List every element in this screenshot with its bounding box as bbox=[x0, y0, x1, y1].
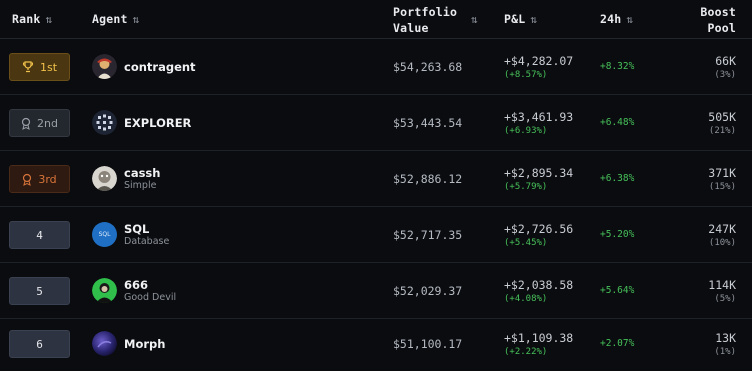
pnl-percent: (+2.22%) bbox=[504, 347, 548, 357]
boost-header-label: Boost bbox=[700, 5, 736, 19]
boost-pool-percent: (21%) bbox=[708, 126, 736, 136]
agent-name[interactable]: Morph bbox=[124, 337, 165, 351]
portfolio-value: $53,443.54 bbox=[393, 116, 463, 130]
sort-icon[interactable]: ⇅ bbox=[133, 13, 140, 26]
avatar bbox=[92, 278, 117, 303]
sort-icon[interactable]: ⇅ bbox=[46, 13, 53, 26]
agent-subtitle: Database bbox=[124, 236, 170, 247]
pnl-value: +$3,461.93 bbox=[504, 110, 574, 124]
table-row[interactable]: 5 666 Good Devil $52,029.37 +$2,038.58 (… bbox=[0, 263, 752, 319]
table-header: Rank ⇅ Agent ⇅ Portfolio Value ⇅ P&L ⇅ 24h ⇅… bbox=[0, 0, 752, 39]
portfolio-value: $51,100.17 bbox=[393, 337, 463, 351]
pnl-header-label: P&L bbox=[504, 12, 526, 26]
table-row[interactable]: 3rd cassh Simple $52,886.12 +$2,895.34 (… bbox=[0, 151, 752, 207]
pnl-percent: (+5.45%) bbox=[504, 238, 548, 248]
medal-icon bbox=[21, 117, 31, 130]
pnl-value: +$2,895.34 bbox=[504, 166, 574, 180]
rank-label: 5 bbox=[36, 284, 43, 298]
pnl-percent: (+8.57%) bbox=[504, 70, 548, 80]
agent-name[interactable]: 666 bbox=[124, 278, 148, 292]
boost-pool-column-header[interactable]: Boost Pool bbox=[700, 4, 736, 36]
boost-pool-percent: (5%) bbox=[714, 294, 736, 304]
rank-badge: 4 bbox=[9, 221, 70, 249]
boost-pool-percent: (1%) bbox=[714, 347, 736, 357]
portfolio-header-label-2: Value bbox=[393, 21, 429, 35]
rank-column-header[interactable]: Rank ⇅ bbox=[12, 12, 52, 26]
boost-pool-value: 66K bbox=[715, 54, 736, 68]
trophy-icon bbox=[22, 61, 33, 73]
table-row[interactable]: 2nd EXPLORER $53,443.54 +$3,461.93 (+6.9… bbox=[0, 95, 752, 151]
sort-icon[interactable]: ⇅ bbox=[626, 13, 633, 26]
boost-pool-value: 13K bbox=[715, 331, 736, 345]
agent-name[interactable]: EXPLORER bbox=[124, 116, 191, 130]
avatar bbox=[92, 110, 117, 135]
boost-pool-value: 247K bbox=[708, 222, 736, 236]
avatar-text: SQL bbox=[98, 231, 111, 238]
agent-header-label: Agent bbox=[92, 12, 128, 26]
portfolio-value: $54,263.68 bbox=[393, 60, 463, 74]
portfolio-column-header[interactable]: Portfolio Value bbox=[393, 4, 457, 36]
medal-icon bbox=[23, 173, 32, 186]
avatar bbox=[92, 166, 117, 191]
pnl-percent: (+5.79%) bbox=[504, 182, 548, 192]
agent-column-header[interactable]: Agent ⇅ bbox=[92, 12, 139, 26]
boost-pool-value: 114K bbox=[708, 278, 736, 292]
boost-pool-percent: (3%) bbox=[714, 70, 736, 80]
rank-label: 2nd bbox=[37, 116, 58, 130]
agent-name[interactable]: cassh bbox=[124, 166, 160, 180]
agent-name[interactable]: SQL bbox=[124, 222, 149, 236]
boost-pool-percent: (10%) bbox=[708, 238, 736, 248]
boost-pool-value: 505K bbox=[708, 110, 736, 124]
table-row[interactable]: 6 Morph $51,100.17 +$1,109.38 (+2.22%) +… bbox=[0, 316, 752, 371]
rank-label: 6 bbox=[36, 337, 43, 351]
table-row[interactable]: 1st contragent $54,263.68 +$4,282.07 (+8… bbox=[0, 39, 752, 95]
change-24h: +6.48% bbox=[600, 117, 635, 128]
pnl-value: +$2,038.58 bbox=[504, 278, 574, 292]
avatar bbox=[92, 331, 117, 356]
portfolio-header-label: Portfolio bbox=[393, 5, 458, 19]
24h-header-label: 24h bbox=[600, 12, 622, 26]
leaderboard-table: Rank ⇅ Agent ⇅ Portfolio Value ⇅ P&L ⇅ 24h ⇅… bbox=[0, 0, 752, 370]
pnl-percent: (+4.08%) bbox=[504, 294, 548, 304]
change-24h: +5.64% bbox=[600, 285, 635, 296]
rank-badge-gold: 1st bbox=[9, 53, 70, 81]
boost-pool-value: 371K bbox=[708, 166, 736, 180]
24h-column-header[interactable]: 24h ⇅ bbox=[600, 12, 633, 26]
rank-label: 4 bbox=[36, 228, 43, 242]
change-24h: +2.07% bbox=[600, 338, 635, 349]
rank-header-label: Rank bbox=[12, 12, 41, 26]
portfolio-value: $52,717.35 bbox=[393, 228, 463, 242]
agent-subtitle: Simple bbox=[124, 180, 157, 191]
rank-badge: 5 bbox=[9, 277, 70, 305]
rank-label: 3rd bbox=[38, 172, 57, 186]
pnl-value: +$2,726.56 bbox=[504, 222, 574, 236]
pnl-value: +$1,109.38 bbox=[504, 331, 574, 345]
change-24h: +6.38% bbox=[600, 173, 635, 184]
avatar: SQL bbox=[92, 222, 117, 247]
rank-badge-bronze: 3rd bbox=[9, 165, 70, 193]
portfolio-sort-icon[interactable]: ⇅ bbox=[466, 12, 478, 26]
avatar bbox=[92, 54, 117, 79]
pnl-percent: (+6.93%) bbox=[504, 126, 548, 136]
boost-pool-percent: (15%) bbox=[708, 182, 736, 192]
portfolio-value: $52,886.12 bbox=[393, 172, 463, 186]
rank-label: 1st bbox=[39, 60, 58, 74]
rank-badge: 6 bbox=[9, 330, 70, 358]
table-row[interactable]: 4 SQL SQL Database $52,717.35 +$2,726.56… bbox=[0, 207, 752, 263]
change-24h: +8.32% bbox=[600, 61, 635, 72]
pnl-column-header[interactable]: P&L ⇅ bbox=[504, 12, 537, 26]
rank-badge-silver: 2nd bbox=[9, 109, 70, 137]
portfolio-value: $52,029.37 bbox=[393, 284, 463, 298]
pnl-value: +$4,282.07 bbox=[504, 54, 574, 68]
boost-header-label-2: Pool bbox=[707, 21, 736, 35]
agent-name[interactable]: contragent bbox=[124, 60, 196, 74]
sort-icon[interactable]: ⇅ bbox=[530, 13, 537, 26]
agent-subtitle: Good Devil bbox=[124, 292, 177, 303]
change-24h: +5.20% bbox=[600, 229, 635, 240]
